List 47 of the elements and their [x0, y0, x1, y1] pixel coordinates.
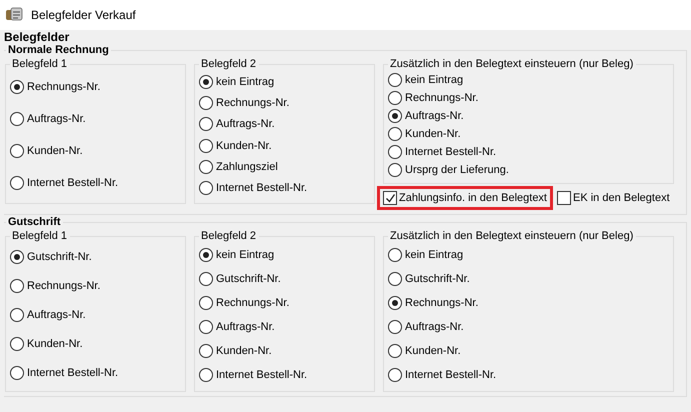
radio-option[interactable]: Kunden-Nr. — [10, 336, 181, 351]
radio-option[interactable]: Auftrags-Nr. — [10, 308, 181, 322]
group-title: Belegfeld 1 — [11, 229, 68, 243]
group-title: Zusätzlich in den Belegtext einsteuern (nur Beleg) — [389, 229, 634, 243]
radio-option[interactable]: Internet Bestell-Nr. — [10, 366, 181, 380]
group-title: Zusätzlich in den Belegtext einsteuern (nur Beleg) — [389, 57, 634, 71]
radio-option[interactable]: Kunden-Nr. — [199, 344, 370, 358]
window-title: Belegfelder Verkauf — [31, 8, 136, 22]
checkbox[interactable]: Zahlungsinfo. in den Belegtext — [377, 186, 553, 210]
radio-option[interactable]: Auftrags-Nr. — [388, 109, 669, 123]
checkmark-icon — [384, 192, 396, 204]
radio-option[interactable]: Internet Bestell-Nr. — [388, 368, 669, 382]
radio-option[interactable]: Auftrags-Nr. — [388, 320, 669, 334]
group-title: Belegfeld 2 — [200, 57, 258, 71]
radio-option[interactable]: Auftrags-Nr. — [10, 112, 181, 126]
app-icon — [5, 7, 23, 23]
radio-option[interactable]: kein Eintrag — [388, 73, 669, 87]
radio-option[interactable]: Rechnungs-Nr. — [10, 279, 181, 294]
radio-option[interactable]: Kunden-Nr. — [388, 127, 669, 141]
radio-option[interactable]: Zahlungsziel — [199, 160, 370, 174]
radio-option[interactable]: Kunden-Nr. — [388, 344, 669, 358]
radio-option[interactable]: kein Eintrag — [388, 248, 669, 262]
group-title: Belegfeld 1 — [11, 57, 68, 71]
radio-option[interactable]: Kunden-Nr. — [10, 144, 181, 158]
radio-option[interactable]: kein Eintrag — [199, 74, 370, 89]
radio-option[interactable]: Gutschrift-Nr. — [10, 250, 181, 264]
radio-option[interactable]: Internet Bestell-Nr. — [199, 368, 370, 382]
section-heading: Belegfelder — [4, 31, 70, 44]
radio-option[interactable]: Internet Bestell-Nr. — [199, 181, 370, 196]
radio-option[interactable]: Auftrags-Nr. — [199, 117, 370, 132]
group-title: Belegfeld 2 — [200, 229, 258, 243]
radio-option[interactable]: Rechnungs-Nr. — [199, 296, 370, 310]
radio-option[interactable]: Rechnungs-Nr. — [388, 91, 669, 105]
radio-option[interactable]: Internet Bestell-Nr. — [10, 176, 181, 190]
radio-option[interactable]: Gutschrift-Nr. — [199, 272, 370, 286]
radio-option[interactable]: Auftrags-Nr. — [199, 320, 370, 334]
radio-option[interactable]: kein Eintrag — [199, 248, 370, 262]
radio-option[interactable]: Rechnungs-Nr. — [199, 96, 370, 110]
radio-option[interactable]: Kunden-Nr. — [199, 138, 370, 153]
radio-option[interactable]: Internet Bestell-Nr. — [388, 145, 669, 159]
radio-option[interactable]: Rechnungs-Nr. — [388, 296, 669, 310]
radio-option[interactable]: Rechnungs-Nr. — [10, 80, 181, 94]
checkbox[interactable]: EK in den Belegtext — [551, 186, 676, 210]
radio-option[interactable]: Ursprg der Lieferung. — [388, 163, 669, 177]
group-title: Gutschrift — [7, 216, 62, 229]
group-title: Normale Rechnung — [7, 44, 110, 57]
radio-option[interactable]: Gutschrift-Nr. — [388, 272, 669, 286]
